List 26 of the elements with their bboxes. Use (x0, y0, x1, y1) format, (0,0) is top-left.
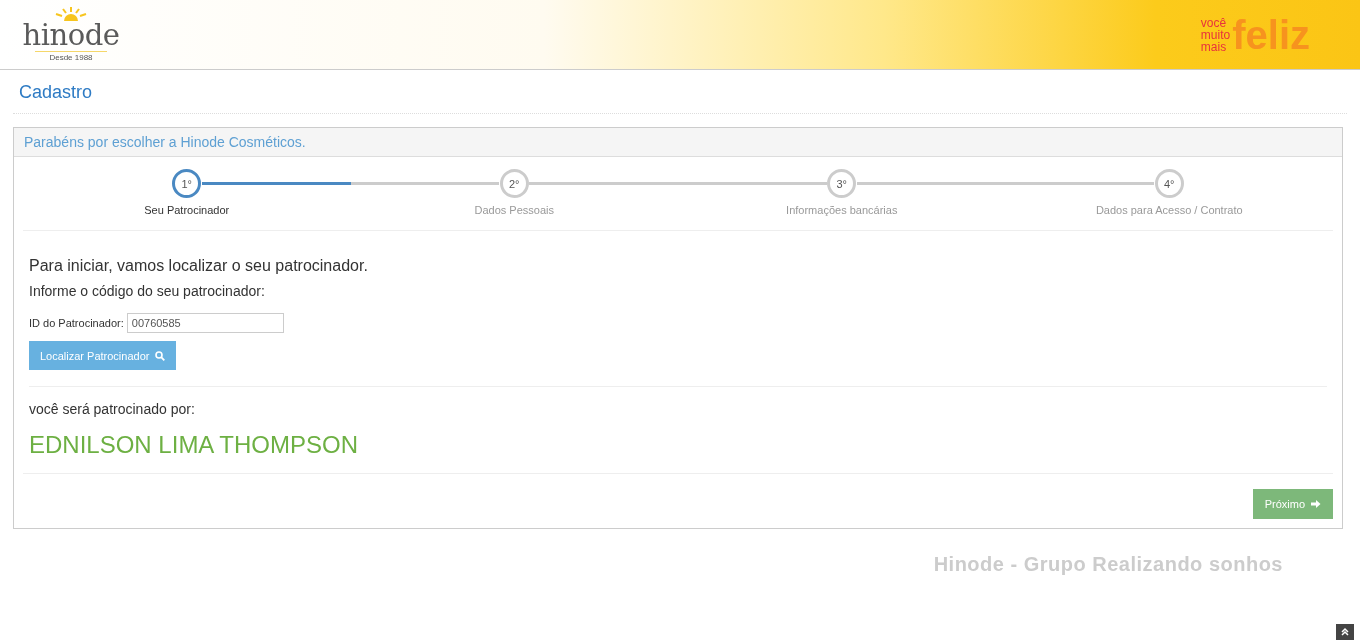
step-circle[interactable]: 2° (499, 169, 529, 198)
scroll-top-button[interactable] (1336, 624, 1354, 640)
sponsor-id-field[interactable]: 00760585 (126, 313, 284, 333)
step-circle[interactable]: 1° (172, 169, 202, 198)
panel-heading: Parabéns por escolher a Hinode Cosméticos. (14, 128, 1342, 157)
field-label: ID do Patrocinador: (29, 317, 124, 329)
step-circle[interactable]: 3° (827, 169, 857, 198)
step-label: Informações bancárias (786, 204, 898, 216)
step-label: Seu Patrocinador (144, 204, 230, 216)
instruction-text: Informe o código do seu patrocinador: (29, 283, 266, 299)
logo-tagline: Desde 1988 (35, 51, 107, 62)
arrow-right-icon (1311, 499, 1321, 509)
page-title: Cadastro (18, 81, 94, 104)
search-icon (155, 350, 166, 361)
slogan-line: você (1200, 16, 1228, 29)
slogan-line: mais (1200, 40, 1228, 53)
sun-icon (53, 7, 89, 21)
step-circle[interactable]: 4° (1154, 169, 1184, 198)
logo-name: hinode (22, 21, 120, 49)
sponsor-name: EDNILSON LIMA THOMPSON (29, 431, 359, 459)
result-label: você será patrocinado por: (29, 401, 196, 417)
step-label: Dados Pessoais (474, 204, 554, 216)
double-chevron-up-icon (1340, 627, 1350, 637)
step-label: Dados para Acesso / Contrato (1095, 204, 1243, 216)
slogan-line: muito (1200, 28, 1231, 41)
intro-text: Para iniciar, vamos localizar o seu patrocinador. (29, 257, 369, 275)
